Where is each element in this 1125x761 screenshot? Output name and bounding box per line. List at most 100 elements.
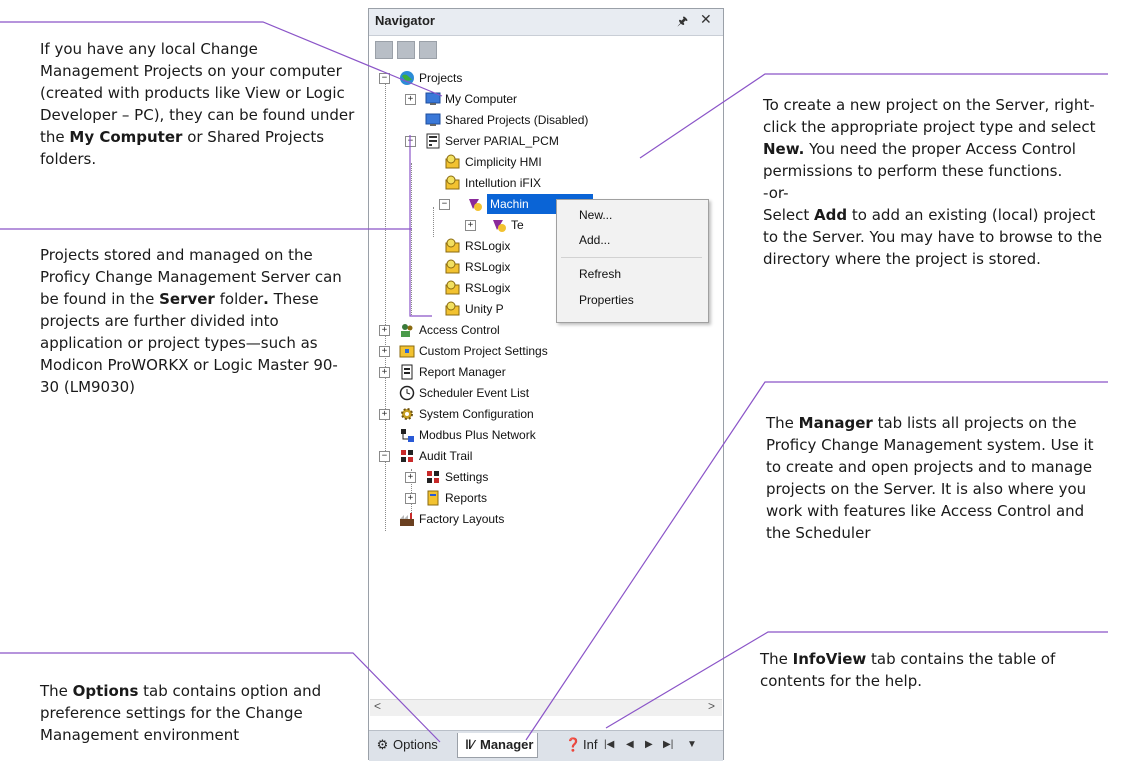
settings-folder-icon bbox=[399, 345, 415, 358]
tree-item-intellution[interactable]: Intellution iFIX bbox=[445, 173, 645, 193]
tab-menu-icon[interactable]: ▼ bbox=[687, 739, 697, 750]
project-folder-icon bbox=[445, 301, 460, 316]
tree-label: Audit Trail bbox=[419, 449, 473, 463]
users-icon bbox=[401, 324, 413, 337]
gear-icon bbox=[401, 408, 413, 420]
tree-label: Shared Projects (Disabled) bbox=[445, 113, 589, 127]
expand-icon[interactable]: + bbox=[405, 94, 416, 105]
tree-item-server[interactable]: − Server PARIAL_PCM bbox=[405, 131, 625, 151]
next-tab-icon[interactable]: ▶ bbox=[645, 739, 653, 750]
reports-icon bbox=[427, 490, 439, 506]
tree-label: Projects bbox=[419, 71, 463, 85]
expand-icon[interactable]: + bbox=[379, 367, 390, 378]
tree-label: System Configuration bbox=[419, 407, 534, 421]
expand-icon[interactable]: + bbox=[379, 346, 390, 357]
tree-item-cimplicity[interactable]: Cimplicity HMI bbox=[445, 152, 645, 172]
tree-label: Scheduler Event List bbox=[419, 386, 530, 400]
scroll-right-icon[interactable]: > bbox=[708, 699, 715, 713]
factory-icon bbox=[400, 513, 414, 526]
callout-bold: InfoView bbox=[792, 650, 867, 668]
project-folder-icon bbox=[445, 238, 460, 253]
callout-manager: The Manager tab lists all projects on th… bbox=[766, 412, 1101, 544]
tree-label: Reports bbox=[445, 491, 488, 505]
tree-label: Settings bbox=[445, 470, 489, 484]
tab-manager[interactable]: ‖⁄ Manager bbox=[457, 733, 539, 758]
tree-label: Factory Layouts bbox=[419, 512, 505, 526]
tab-label: Inf bbox=[583, 737, 598, 752]
menu-item-new[interactable]: New... bbox=[579, 208, 612, 222]
tree-item-projects[interactable]: − Projects bbox=[379, 68, 579, 88]
callout-new-project: To create a new project on the Server, r… bbox=[763, 94, 1103, 270]
help-icon: ❓ bbox=[565, 737, 582, 752]
last-tab-icon[interactable]: ▶| bbox=[663, 739, 673, 750]
machine-icon bbox=[493, 220, 506, 232]
collapse-icon[interactable]: − bbox=[379, 451, 390, 462]
tree-item-report-manager[interactable]: + Report Manager bbox=[379, 362, 619, 382]
tree-item-shared-projects[interactable]: Shared Projects (Disabled) bbox=[405, 110, 625, 130]
server-icon bbox=[426, 133, 440, 149]
tree-item-custom-project-settings[interactable]: + Custom Project Settings bbox=[379, 341, 639, 361]
audit-icon bbox=[401, 450, 413, 462]
tree-label: Intellution iFIX bbox=[465, 176, 542, 190]
tree-item-system-configuration[interactable]: + System Configuration bbox=[379, 404, 619, 424]
menu-item-properties[interactable]: Properties bbox=[579, 293, 634, 307]
books-icon: ‖⁄ bbox=[465, 737, 474, 752]
tab-infoview[interactable]: ❓ Inf bbox=[565, 733, 597, 757]
audit-icon bbox=[427, 471, 439, 483]
prev-tab-icon[interactable]: ◀ bbox=[626, 739, 634, 750]
callout-bold: New. bbox=[763, 140, 805, 158]
toolbar-view-icon[interactable] bbox=[397, 41, 415, 59]
computer-icon bbox=[425, 113, 441, 126]
callout-text: The bbox=[40, 682, 73, 700]
close-icon[interactable]: ✕ bbox=[700, 11, 712, 28]
tree-label: RSLogix bbox=[465, 281, 511, 295]
callout-text: The bbox=[766, 414, 799, 432]
menu-item-add[interactable]: Add... bbox=[579, 233, 610, 247]
callout-bold: Manager bbox=[798, 414, 873, 432]
tree-item-audit-trail[interactable]: − Audit Trail bbox=[379, 446, 619, 466]
callout-bold: My Computer bbox=[69, 128, 183, 146]
tab-options[interactable]: ⚙ Options bbox=[375, 733, 438, 757]
tree-item-settings[interactable]: + Settings bbox=[405, 467, 605, 487]
expand-icon[interactable]: + bbox=[379, 409, 390, 420]
network-icon bbox=[401, 429, 414, 442]
callout-text: folder bbox=[214, 290, 264, 308]
callout-bold: Options bbox=[72, 682, 139, 700]
collapse-icon[interactable]: − bbox=[379, 73, 390, 84]
tree-item-reports[interactable]: + Reports bbox=[405, 488, 605, 508]
callout-text: tab lists all projects on the Proficy Ch… bbox=[766, 414, 1094, 542]
project-folder-icon bbox=[445, 280, 460, 295]
toolbar-grid-icon[interactable] bbox=[375, 41, 393, 59]
tree-item-my-computer[interactable]: + My Computer bbox=[405, 89, 605, 109]
toolbar-panel-icon[interactable] bbox=[419, 41, 437, 59]
project-folder-icon bbox=[445, 175, 460, 190]
gear-icon: ⚙ bbox=[376, 737, 389, 752]
tree-item-modbus[interactable]: Modbus Plus Network bbox=[379, 425, 619, 445]
tree-label: Te bbox=[511, 218, 524, 232]
menu-item-refresh[interactable]: Refresh bbox=[579, 267, 621, 281]
expand-icon[interactable]: + bbox=[379, 325, 390, 336]
globe-icon bbox=[400, 71, 414, 85]
navigator-tabs: ⚙ Options ‖⁄ Manager ❓ Inf |◀ ◀ ▶ ▶| ▼ bbox=[369, 730, 723, 761]
tree-item-access-control[interactable]: + Access Control bbox=[379, 320, 619, 340]
project-tree: − Projects + My Computer Shared Projects… bbox=[369, 65, 723, 695]
navigator-title: Navigator bbox=[375, 13, 435, 28]
collapse-icon[interactable]: − bbox=[405, 136, 416, 147]
clock-icon bbox=[399, 385, 415, 401]
scroll-left-icon[interactable]: < bbox=[374, 699, 381, 713]
tree-item-factory-layouts[interactable]: Factory Layouts bbox=[379, 509, 619, 529]
expand-icon[interactable]: + bbox=[405, 493, 416, 504]
tree-label: Report Manager bbox=[419, 365, 506, 379]
tree-label: Custom Project Settings bbox=[419, 344, 548, 358]
expand-icon[interactable]: + bbox=[405, 472, 416, 483]
horizontal-scrollbar[interactable]: < > bbox=[370, 699, 722, 716]
first-tab-icon[interactable]: |◀ bbox=[604, 739, 614, 750]
menu-separator bbox=[561, 257, 702, 258]
tree-label: Cimplicity HMI bbox=[465, 155, 542, 169]
tree-item-scheduler[interactable]: Scheduler Event List bbox=[379, 383, 619, 403]
pin-icon[interactable]: 🖈 bbox=[677, 12, 688, 33]
expand-icon[interactable]: + bbox=[465, 220, 476, 231]
collapse-icon[interactable]: − bbox=[439, 199, 450, 210]
navigator-panel: Navigator 🖈 ✕ − Projects + My Computer S… bbox=[368, 8, 724, 761]
callout-server: Projects stored and managed on the Profi… bbox=[40, 244, 345, 398]
